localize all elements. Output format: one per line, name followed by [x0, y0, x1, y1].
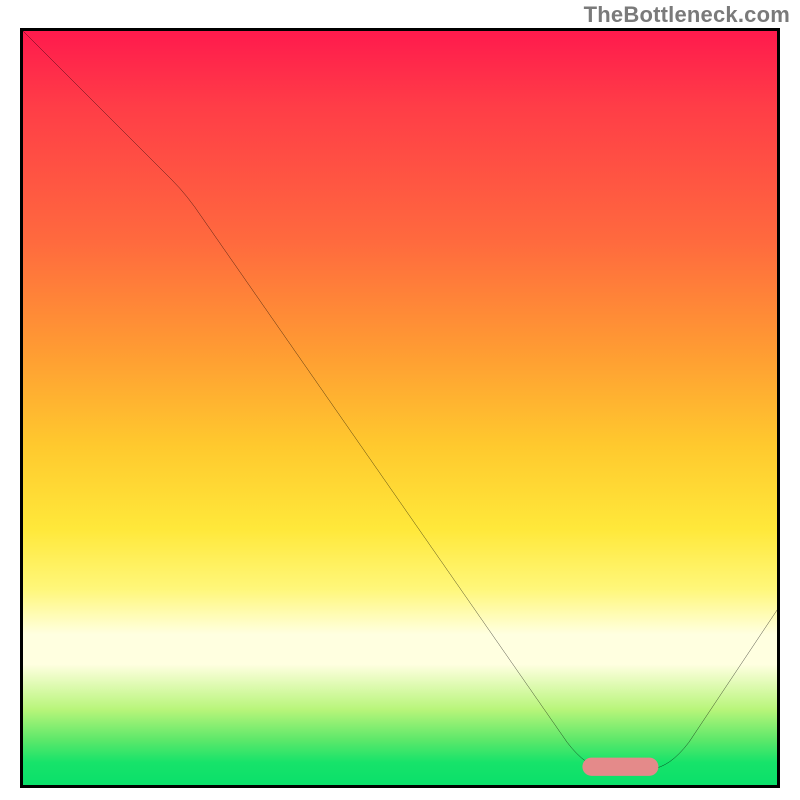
watermark-label: TheBottleneck.com — [584, 2, 790, 28]
optimum-marker — [20, 28, 780, 788]
plot-area — [20, 28, 780, 788]
chart-container: TheBottleneck.com — [0, 0, 800, 800]
optimum-marker-bar — [582, 758, 658, 776]
